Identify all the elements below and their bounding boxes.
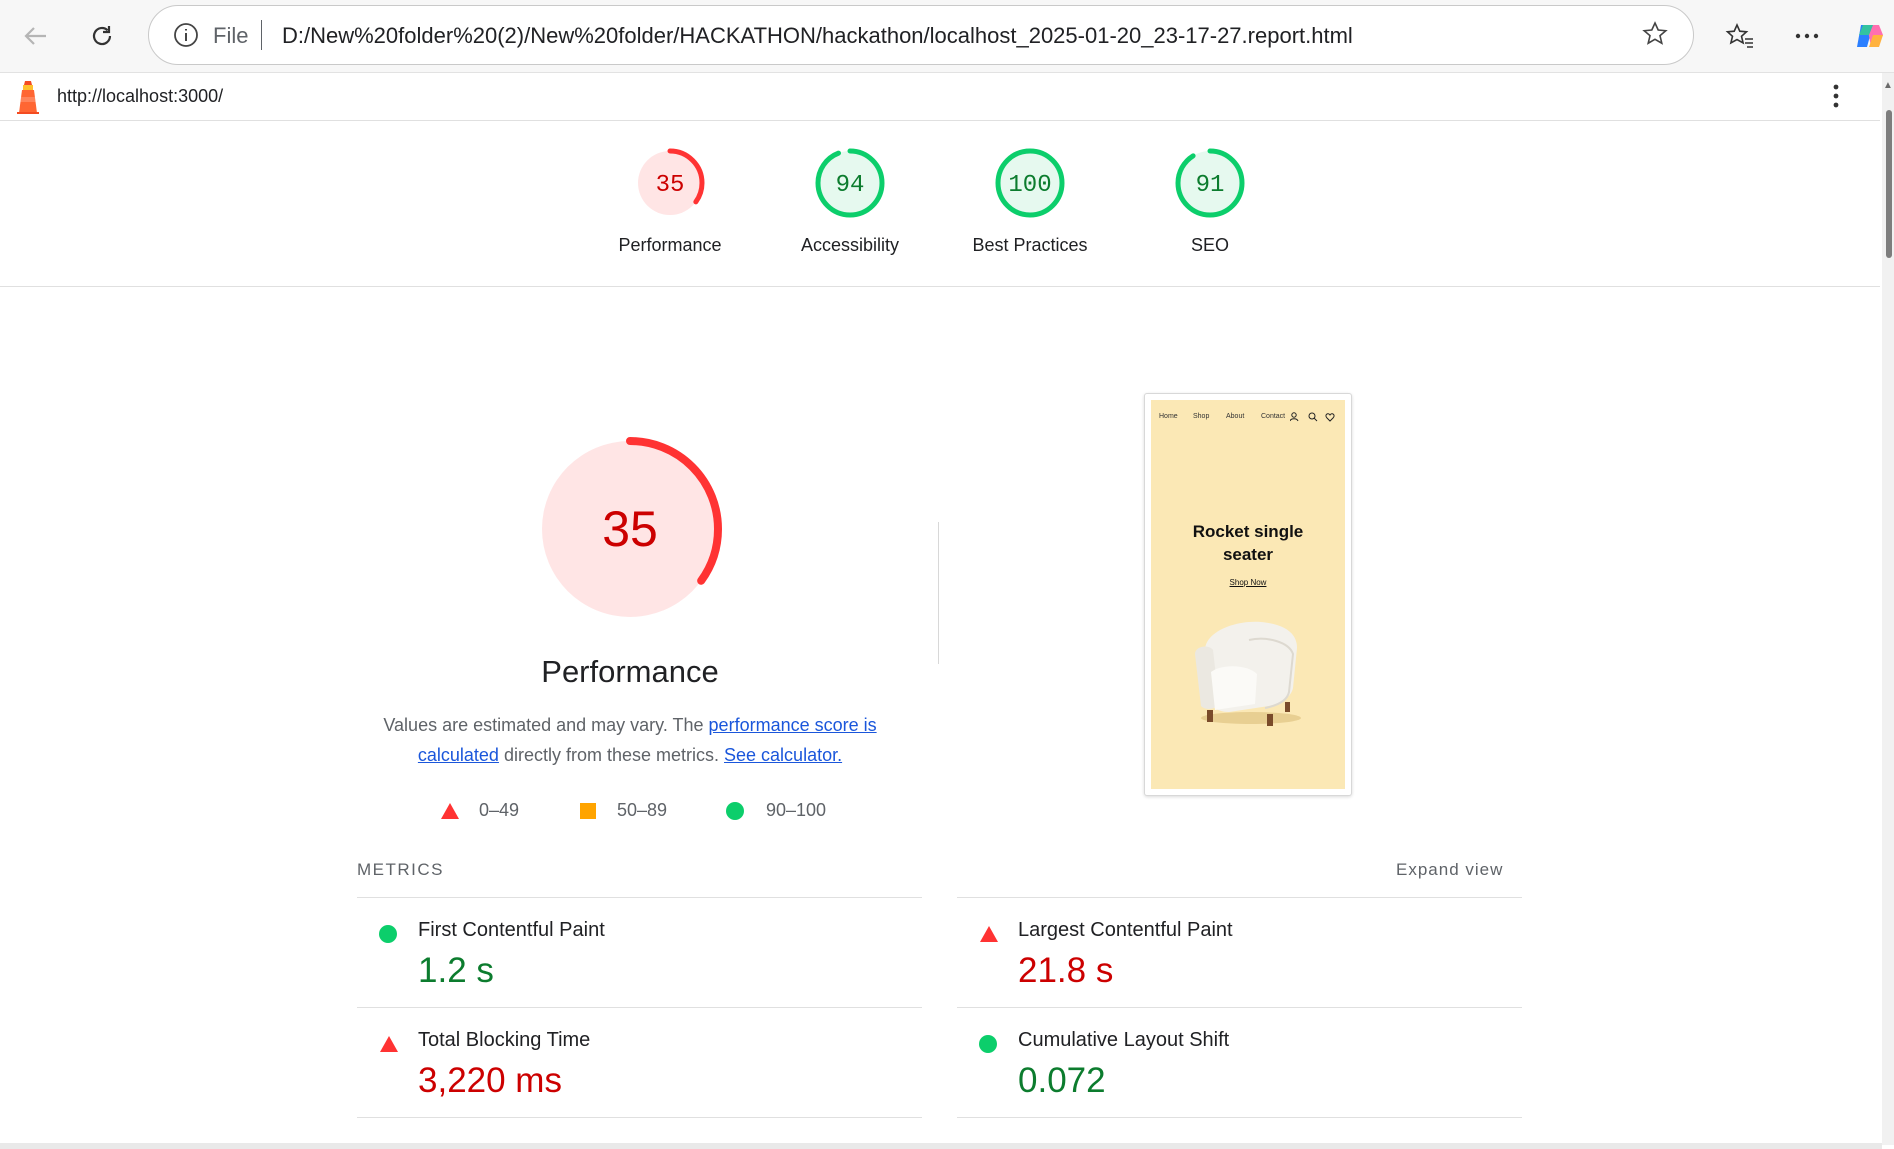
metrics-header: METRICS	[357, 860, 444, 879]
mini-nav-icons	[1290, 412, 1335, 422]
desc-text-2: directly from these metrics.	[498, 745, 725, 765]
gauge-score: 91	[1196, 172, 1225, 199]
gauge-performance[interactable]: 35 Performance	[580, 145, 760, 256]
metric-cumulative-layout-shift: Cumulative Layout Shift 0.072	[957, 1007, 1522, 1117]
metric-name: Largest Contentful Paint	[1018, 919, 1233, 941]
address-url[interactable]: D:/New%20folder%20(2)/New%20folder/HACKA…	[282, 23, 1353, 49]
lighthouse-logo-icon	[17, 81, 39, 114]
performance-score-large: 35	[602, 501, 658, 557]
lighthouse-topbar: http://localhost:3000/	[0, 73, 1880, 121]
legend-average-label: 50–89	[617, 800, 668, 820]
metric-first-contentful-paint: First Contentful Paint 1.2 s	[357, 897, 922, 1007]
mini-nav-about: About	[1226, 413, 1245, 420]
category-gauges: 35 Performance 94 Accessibility 100 Best Prac…	[0, 121, 1880, 287]
average-square-icon	[580, 802, 596, 819]
pass-circle-icon	[726, 801, 744, 820]
final-screenshot[interactable]: Home Shop About Contact Rocket single se…	[1144, 393, 1352, 796]
hero-title-line-2: seater	[1222, 545, 1274, 564]
report-url[interactable]: http://localhost:3000/	[57, 86, 223, 107]
gauge-label: Best Practices	[972, 235, 1088, 255]
gauge-accessibility[interactable]: 94 Accessibility	[760, 145, 940, 256]
address-separator	[261, 20, 262, 50]
fail-triangle-icon	[980, 926, 998, 942]
address-bar[interactable]: File D:/New%20folder%20(2)/New%20folder/…	[148, 5, 1694, 65]
scroll-up-arrow-icon[interactable]: ▲	[1883, 80, 1893, 91]
back-button[interactable]	[14, 14, 58, 58]
gauge-ring: 91	[1175, 148, 1245, 218]
metric-value: 0.072	[1018, 1061, 1106, 1100]
favorites-icon	[1725, 23, 1753, 48]
favorites-button[interactable]	[1718, 14, 1762, 58]
metrics-divider	[357, 1117, 922, 1118]
fail-triangle-icon	[380, 1036, 398, 1052]
gauge-score: 35	[656, 172, 685, 199]
gauge-label: SEO	[1190, 235, 1229, 255]
gauge-ring: 35	[635, 148, 705, 218]
metric-largest-contentful-paint: Largest Contentful Paint 21.8 s	[957, 897, 1522, 1007]
screenshot-page: Home Shop About Contact Rocket single se…	[1151, 400, 1345, 789]
metric-name: First Contentful Paint	[418, 919, 605, 941]
mini-nav-shop: Shop	[1193, 413, 1210, 420]
performance-gauge-large: 35	[535, 434, 725, 629]
desc-text-1: Values are estimated and may vary. The	[383, 715, 709, 735]
mini-nav-home: Home	[1159, 413, 1178, 420]
legend-average: 50–89	[579, 800, 667, 821]
file-label: File	[213, 23, 249, 48]
pass-circle-icon	[979, 1035, 997, 1053]
metric-name: Total Blocking Time	[418, 1029, 591, 1051]
legend-pass-label: 90–100	[766, 800, 827, 820]
pass-circle-icon	[379, 925, 397, 943]
fail-triangle-icon	[441, 802, 459, 819]
copilot-icon	[1857, 25, 1883, 47]
performance-description: Values are estimated and may vary. The p…	[365, 710, 895, 770]
gauge-ring: 100	[995, 148, 1065, 218]
metric-value: 1.2 s	[418, 951, 494, 990]
metric-value: 21.8 s	[1018, 951, 1114, 990]
metric-total-blocking-time: Total Blocking Time 3,220 ms	[357, 1007, 922, 1117]
legend-fail-label: 0–49	[479, 800, 520, 820]
more-horizontal-icon	[1795, 33, 1819, 39]
gauge-best-practices[interactable]: 100 Best Practices	[940, 145, 1120, 256]
favorite-star-icon[interactable]	[1641, 20, 1669, 48]
more-vertical-icon[interactable]	[1832, 83, 1840, 109]
legend-fail: 0–49	[440, 800, 519, 821]
mini-nav-contact: Contact	[1261, 413, 1286, 420]
hero-title-line-1: Rocket single	[1192, 522, 1304, 541]
gauge-label: Accessibility	[800, 235, 900, 255]
legend-pass: 90–100	[726, 800, 826, 821]
reload-icon	[92, 26, 112, 46]
info-icon[interactable]	[173, 22, 199, 48]
performance-title: Performance	[541, 654, 719, 689]
hero-title: Rocket single seater	[1151, 520, 1345, 566]
metric-name: Cumulative Layout Shift	[1018, 1029, 1230, 1051]
reload-button[interactable]	[80, 14, 124, 58]
back-arrow-icon	[24, 27, 46, 45]
armchair-image	[1195, 621, 1301, 726]
metric-value: 3,220 ms	[418, 1061, 562, 1100]
metrics-divider	[957, 1117, 1522, 1118]
browser-toolbar: File D:/New%20folder%20(2)/New%20folder/…	[0, 0, 1894, 73]
bottom-edge	[0, 1143, 1882, 1149]
settings-more-button[interactable]	[1785, 14, 1829, 58]
copilot-button[interactable]	[1848, 14, 1892, 58]
gauge-label: Performance	[618, 235, 722, 255]
expand-view-toggle[interactable]: Expand view	[1396, 860, 1503, 880]
scrollbar-thumb[interactable]	[1886, 110, 1892, 258]
gauge-score: 100	[1008, 172, 1051, 199]
gauge-score: 94	[836, 172, 865, 199]
section-divider	[938, 522, 939, 664]
gauge-ring: 94	[815, 148, 885, 218]
shop-now-link: Shop Now	[1229, 578, 1267, 587]
gauge-seo[interactable]: 91 SEO	[1120, 145, 1300, 256]
see-calculator-link[interactable]: See calculator.	[724, 745, 842, 765]
